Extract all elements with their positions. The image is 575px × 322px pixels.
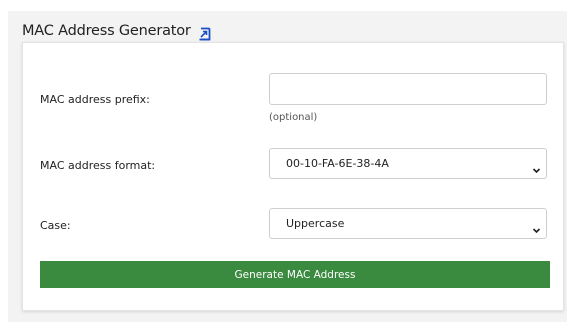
format-selected-value: 00-10-FA-6E-38-4A [286,157,389,170]
chevron-down-icon [532,160,541,174]
external-link-icon[interactable] [198,26,211,41]
format-select[interactable]: 00-10-FA-6E-38-4A [269,148,547,179]
prefix-input[interactable] [270,74,546,104]
case-label: Case: [40,219,71,232]
page-title: MAC Address Generator [22,23,191,39]
prefix-hint: (optional) [269,112,318,123]
prefix-field[interactable] [269,73,547,105]
generate-button[interactable]: Generate MAC Address [40,261,550,288]
chevron-down-icon [532,220,541,234]
title-row: MAC Address Generator [22,20,211,42]
page-background: MAC Address Generator MAC address prefix… [8,11,567,322]
case-selected-value: Uppercase [286,217,345,230]
prefix-label: MAC address prefix: [40,93,150,106]
case-select[interactable]: Uppercase [269,208,547,239]
format-label: MAC address format: [40,159,156,172]
generator-card: MAC address prefix: (optional) MAC addre… [22,42,564,311]
